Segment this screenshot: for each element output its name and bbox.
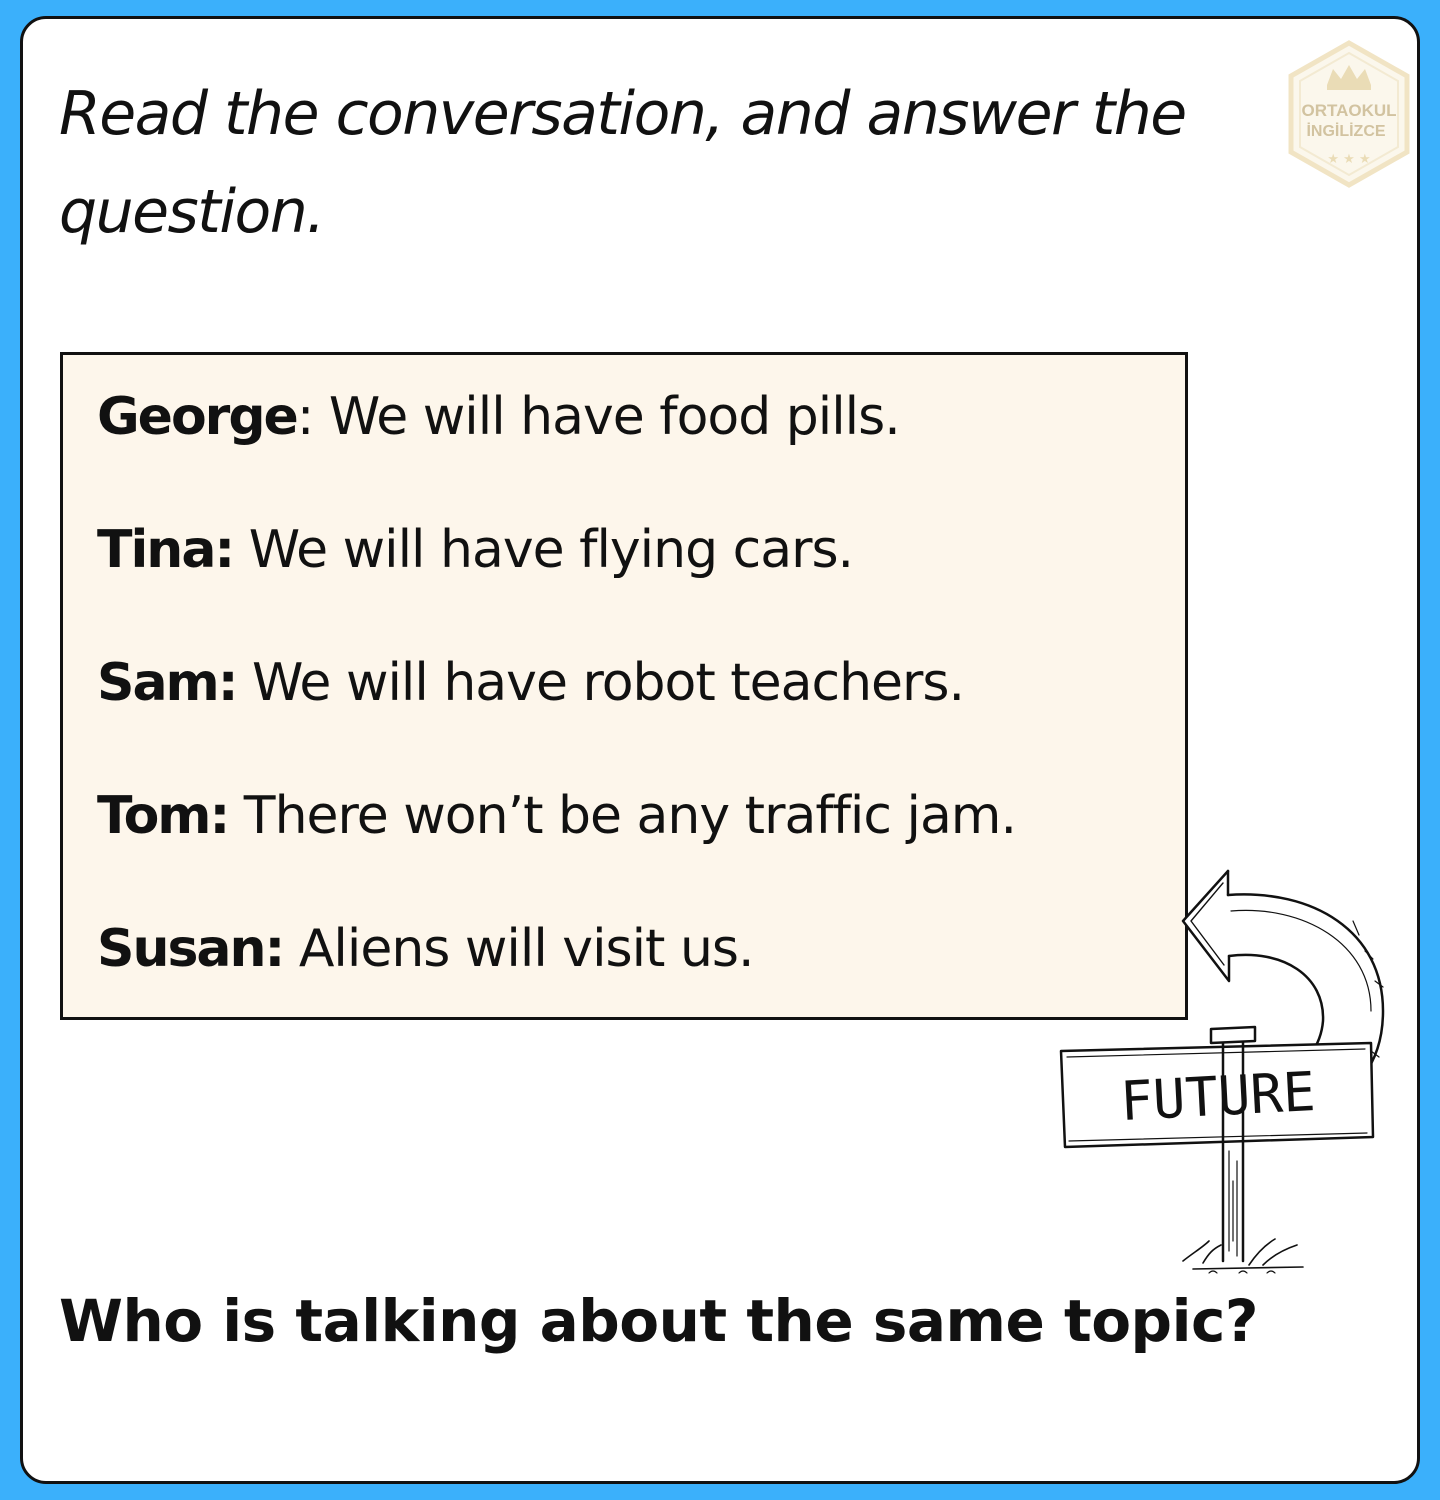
logo-line-1: ORTAOKUL bbox=[1301, 101, 1396, 120]
future-signpost-illustration: FUTURE bbox=[1059, 869, 1385, 1274]
logo-line-2: İNGİLİZCE bbox=[1306, 122, 1385, 140]
stars-icon: ★ ★ ★ bbox=[1327, 152, 1370, 167]
speaker-separator: : bbox=[217, 653, 239, 713]
speaker-name: George bbox=[97, 387, 299, 447]
dialogue-line-tina: Tina: We will have flying cars. bbox=[97, 515, 854, 585]
dialogue-text: Aliens will visit us. bbox=[283, 919, 755, 979]
speaker-separator: : bbox=[209, 786, 230, 846]
speaker-name: Susan bbox=[97, 919, 267, 979]
dialogue-line-george: George: We will have food pills. bbox=[97, 382, 901, 452]
worksheet-card: Read the conversation, and answer the qu… bbox=[20, 16, 1420, 1484]
svg-text:★ ★ ★: ★ ★ ★ bbox=[1327, 152, 1370, 167]
dialogue-text: We will have flying cars. bbox=[233, 520, 854, 580]
conversation-box: George: We will have food pills. Tina: W… bbox=[60, 352, 1188, 1020]
dialogue-line-sam: Sam: We will have robot teachers. bbox=[97, 648, 965, 718]
question-text: Who is talking about the same topic? bbox=[59, 1287, 1258, 1355]
dialogue-text: We will have robot teachers. bbox=[236, 653, 965, 713]
speaker-name: Tom bbox=[97, 786, 211, 846]
signpost-label: FUTURE bbox=[1119, 1060, 1317, 1133]
speaker-separator: : bbox=[264, 919, 286, 979]
dialogue-text: There won’t be any traffic jam. bbox=[228, 786, 1017, 846]
speaker-separator: : bbox=[296, 387, 315, 447]
dialogue-line-susan: Susan: Aliens will visit us. bbox=[97, 914, 755, 984]
speaker-name: Sam bbox=[97, 653, 220, 713]
speaker-name: Tina bbox=[97, 520, 216, 580]
dialogue-line-tom: Tom: There won’t be any traffic jam. bbox=[97, 781, 1017, 851]
speaker-separator: : bbox=[214, 520, 235, 580]
ortaokul-ingilizce-logo: ORTAOKUL İNGİLİZCE ★ ★ ★ bbox=[1288, 40, 1410, 188]
dialogue-text: We will have food pills. bbox=[313, 387, 901, 447]
instruction-text: Read the conversation, and answer the qu… bbox=[59, 79, 1187, 247]
